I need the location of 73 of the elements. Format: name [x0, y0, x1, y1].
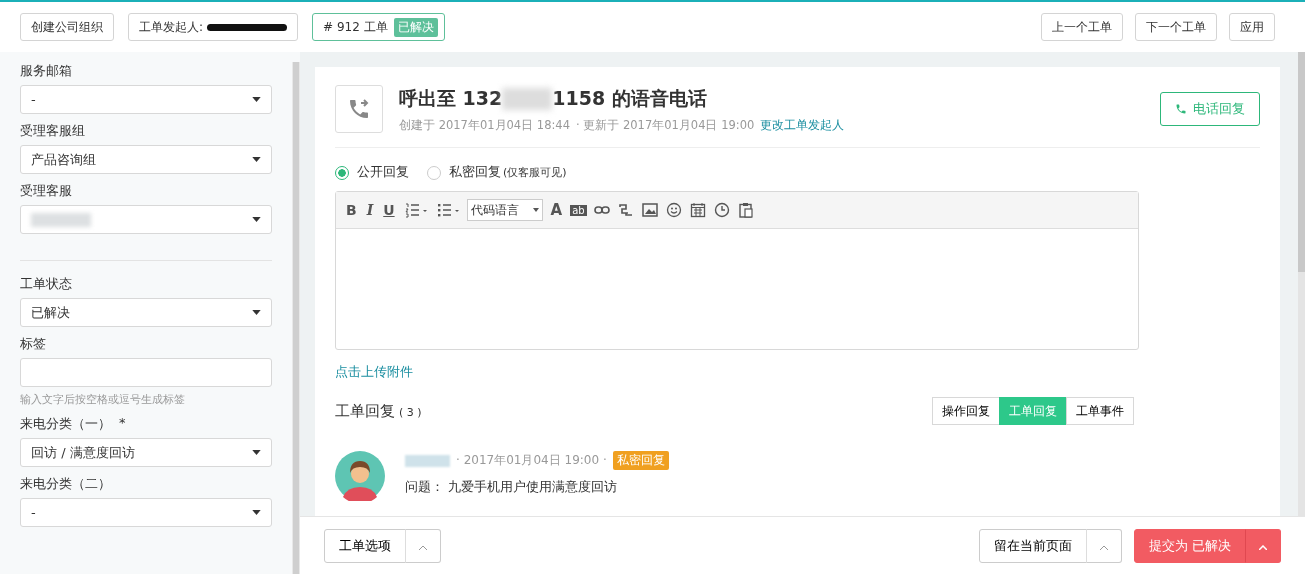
- private-reply-badge: 私密回复: [612, 451, 669, 470]
- reply-filter-tab[interactable]: 操作回复: [932, 397, 1000, 425]
- ticket-title: 呼出至 132: [399, 85, 503, 111]
- nav-button[interactable]: 应用: [1229, 13, 1275, 41]
- select-field[interactable]: [20, 205, 272, 234]
- image-icon[interactable]: [640, 202, 659, 218]
- expand-button[interactable]: [1245, 528, 1281, 563]
- outgoing-call-icon: [335, 85, 383, 133]
- select-field[interactable]: 已解决: [20, 298, 272, 327]
- underline-button[interactable]: U: [381, 202, 397, 218]
- field-label: 来电分类（二）: [20, 475, 111, 493]
- stay-on-page-button[interactable]: 留在当前页面: [978, 528, 1087, 563]
- clock-icon[interactable]: [712, 202, 731, 218]
- scrollbar-thumb[interactable]: [1298, 52, 1305, 272]
- dropdown-caret-icon: [532, 208, 539, 212]
- agent-avatar-icon: [335, 451, 385, 501]
- field-label: 受理客服组: [20, 122, 85, 140]
- redacted-blur: [502, 87, 553, 110]
- tag-input-field[interactable]: [20, 358, 272, 387]
- dropdown-caret-icon: [252, 217, 261, 222]
- bold-button[interactable]: B: [344, 202, 359, 218]
- phone-icon: [1175, 103, 1187, 115]
- section-title: 工单回复: [335, 401, 395, 420]
- status-badge: 已解决: [393, 17, 438, 37]
- ticket-number: # 912 工单: [323, 18, 388, 36]
- calendar-icon[interactable]: [688, 202, 707, 218]
- reply-count: ( 3 ): [399, 405, 422, 419]
- reply-type-radio[interactable]: 私密回复 (仅客服可见): [427, 164, 567, 181]
- font-color-button[interactable]: A: [548, 201, 565, 219]
- select-field[interactable]: 回访 / 满意度回访: [20, 438, 272, 467]
- required-mark: *: [119, 415, 126, 432]
- redacted-blur: [405, 454, 450, 467]
- chevron-up-icon: [1259, 545, 1267, 550]
- toolbar-button[interactable]: 创建公司组织: [20, 13, 114, 41]
- nav-button[interactable]: 下一个工单: [1135, 13, 1217, 41]
- chevron-up-icon: [1099, 545, 1108, 550]
- change-initiator-link[interactable]: 更改工单发起人: [760, 117, 845, 133]
- emoji-icon[interactable]: [664, 202, 683, 218]
- reply-filter-tab[interactable]: 工单事件: [1066, 397, 1134, 425]
- chevron-up-icon: [419, 545, 427, 550]
- clipboard-icon[interactable]: [736, 202, 755, 218]
- nav-button[interactable]: 上一个工单: [1041, 13, 1123, 41]
- field-label: 服务邮箱: [20, 62, 72, 80]
- dropdown-caret-icon: [252, 510, 261, 515]
- select-field[interactable]: -: [20, 498, 272, 527]
- reply-text: 问题： 九爱手机用户使用满意度回访: [405, 478, 619, 496]
- dropdown-caret-icon: [252, 310, 261, 315]
- dropdown-caret-icon: [252, 97, 261, 102]
- dropdown-caret-icon: [252, 450, 261, 455]
- updated-time: · 更新于 2017年01月04日 19:00: [576, 117, 755, 133]
- redacted-blur: [31, 212, 91, 227]
- scrollbar-thumb[interactable]: [293, 62, 299, 574]
- created-time: 创建于 2017年01月04日 18:44: [399, 117, 570, 133]
- rich-text-editor[interactable]: B I U 代码语言 A ab: [335, 191, 1139, 350]
- reply-type-radio[interactable]: 公开回复: [335, 164, 409, 181]
- ticket-title-end: 1158 的语音电话: [552, 85, 707, 111]
- unlink-icon[interactable]: [616, 202, 635, 218]
- field-label: 标签: [20, 335, 46, 353]
- ticket-options-button[interactable]: 工单选项: [324, 528, 406, 563]
- numbered-list-icon[interactable]: [402, 202, 429, 218]
- reply-time: · 2017年01月04日 19:00 ·: [456, 452, 607, 469]
- highlight-button[interactable]: ab: [570, 204, 587, 216]
- field-label: 工单状态: [20, 275, 72, 293]
- field-label: 受理客服: [20, 182, 72, 200]
- upload-attachment-link[interactable]: 点击上传附件: [335, 364, 1260, 381]
- toolbar-button[interactable]: 工单发起人:: [128, 13, 299, 41]
- select-field[interactable]: 产品咨询组: [20, 145, 272, 174]
- dropdown-caret-icon: [252, 157, 261, 162]
- help-text: 输入文字后按空格或逗号生成标签: [20, 392, 186, 407]
- select-field[interactable]: -: [20, 85, 272, 114]
- italic-button[interactable]: I: [364, 202, 376, 218]
- code-language-select[interactable]: 代码语言: [466, 199, 543, 221]
- field-label: 来电分类（一）: [20, 415, 111, 433]
